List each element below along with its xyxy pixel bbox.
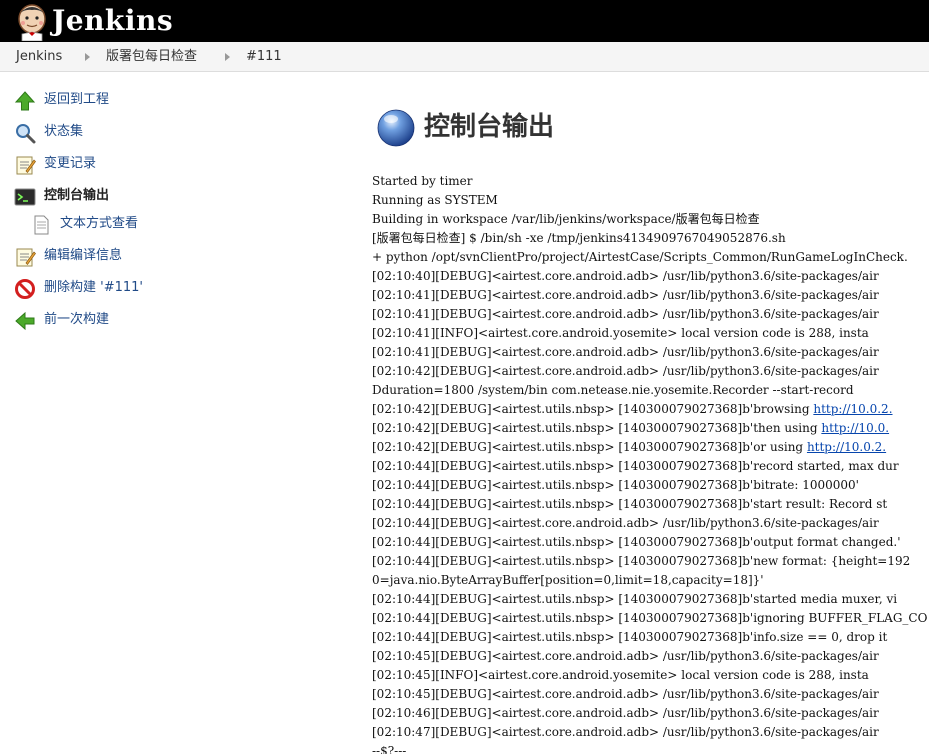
console-line: [02:10:42][DEBUG]<airtest.utils.nbsp> [1…	[372, 438, 929, 457]
console-line: [版署包每日检查] $ /bin/sh -xe /tmp/jenkins4134…	[372, 229, 929, 248]
console-line-text: 0=java.nio.ByteArrayBuffer[position=0,li…	[372, 573, 764, 587]
console-line-text: [02:10:42][DEBUG]<airtest.utils.nbsp> [1…	[372, 402, 814, 416]
top-header: Jenkins	[0, 0, 929, 42]
console-url-link[interactable]: http://10.0.2.	[813, 402, 892, 416]
console-line-text: [02:10:44][DEBUG]<airtest.utils.nbsp> [1…	[372, 592, 898, 606]
console-line: [02:10:45][INFO]<airtest.core.android.yo…	[372, 666, 929, 685]
page-title-text: 控制台输出	[424, 112, 555, 142]
console-line-text: [02:10:44][DEBUG]<airtest.utils.nbsp> [1…	[372, 497, 888, 511]
console-line-text: [02:10:44][DEBUG]<airtest.utils.nbsp> [1…	[372, 535, 901, 549]
console-line: [02:10:41][DEBUG]<airtest.core.android.a…	[372, 286, 929, 305]
console-line: [02:10:44][DEBUG]<airtest.utils.nbsp> [1…	[372, 628, 929, 647]
terminal-icon	[14, 186, 36, 208]
notepad-icon	[14, 154, 36, 176]
breadcrumb-project[interactable]: 版署包每日检查	[106, 49, 197, 65]
console-line-text: [02:10:44][DEBUG]<airtest.utils.nbsp> [1…	[372, 459, 899, 473]
console-line: --$?---	[372, 742, 929, 754]
console-line-text: [版署包每日检查] $ /bin/sh -xe /tmp/jenkins4134…	[372, 231, 786, 245]
console-line: [02:10:45][DEBUG]<airtest.core.android.a…	[372, 685, 929, 704]
console-line-text: Started by timer	[372, 174, 473, 188]
main-panel: 控制台输出 Started by timer Running as SYSTEM B…	[370, 72, 929, 754]
console-line-text: Dduration=1800 /system/bin com.netease.n…	[372, 383, 854, 397]
console-line: + python /opt/svnClientPro/project/Airte…	[372, 248, 929, 267]
console-url-link[interactable]: http://10.0.	[821, 421, 889, 435]
console-output: Started by timer Running as SYSTEM Buildin…	[372, 172, 929, 754]
console-line-text: [02:10:47][DEBUG]<airtest.core.android.a…	[372, 725, 879, 739]
console-line-text: [02:10:44][DEBUG]<airtest.utils.nbsp> [1…	[372, 554, 911, 568]
console-line: [02:10:41][DEBUG]<airtest.core.android.a…	[372, 305, 929, 324]
console-line: [02:10:40][DEBUG]<airtest.core.android.a…	[372, 267, 929, 286]
console-line: [02:10:42][DEBUG]<airtest.utils.nbsp> [1…	[372, 400, 929, 419]
console-line: [02:10:41][DEBUG]<airtest.core.android.a…	[372, 343, 929, 362]
task-label[interactable]: 删除构建 '#111'	[44, 280, 143, 296]
task-label[interactable]: 文本方式查看	[60, 216, 138, 232]
console-line-text: [02:10:41][DEBUG]<airtest.core.android.a…	[372, 288, 879, 302]
console-line-text: + python /opt/svnClientPro/project/Airte…	[372, 250, 908, 264]
breadcrumb-build[interactable]: #111	[246, 49, 282, 65]
console-line: 0=java.nio.ByteArrayBuffer[position=0,li…	[372, 571, 929, 590]
console-line-text: [02:10:42][DEBUG]<airtest.utils.nbsp> [1…	[372, 440, 807, 454]
console-line: [02:10:44][DEBUG]<airtest.utils.nbsp> [1…	[372, 552, 929, 571]
notepad-icon	[14, 246, 36, 268]
console-line-text: [02:10:44][DEBUG]<airtest.utils.nbsp> [1…	[372, 630, 888, 644]
task-label[interactable]: 状态集	[44, 124, 83, 140]
console-line: [02:10:42][DEBUG]<airtest.utils.nbsp> [1…	[372, 419, 929, 438]
console-line-text: [02:10:41][DEBUG]<airtest.core.android.a…	[372, 307, 879, 321]
console-line: [02:10:45][DEBUG]<airtest.core.android.a…	[372, 647, 929, 666]
console-line: Dduration=1800 /system/bin com.netease.n…	[372, 381, 929, 400]
blue-orb-icon	[376, 108, 416, 148]
console-line-text: [02:10:42][DEBUG]<airtest.utils.nbsp> [1…	[372, 421, 822, 435]
console-line: [02:10:44][DEBUG]<airtest.utils.nbsp> [1…	[372, 495, 929, 514]
task-label[interactable]: 变更记录	[44, 156, 96, 172]
task-label[interactable]: 编辑编译信息	[44, 248, 122, 264]
breadcrumb-separator-icon	[85, 53, 90, 61]
console-line: [02:10:47][DEBUG]<airtest.core.android.a…	[372, 723, 929, 742]
console-line: Building in workspace /var/lib/jenkins/w…	[372, 210, 929, 229]
magnifier-icon	[14, 122, 36, 144]
task-label[interactable]: 前一次构建	[44, 312, 109, 328]
console-line: Started by timer	[372, 172, 929, 191]
left-arrow-icon	[14, 310, 36, 332]
console-line-text: [02:10:44][DEBUG]<airtest.utils.nbsp> [1…	[372, 611, 928, 625]
console-line-text: [02:10:41][INFO]<airtest.core.android.yo…	[372, 326, 869, 340]
console-line: [02:10:42][DEBUG]<airtest.core.android.a…	[372, 362, 929, 381]
console-line-text: [02:10:45][DEBUG]<airtest.core.android.a…	[372, 687, 879, 701]
side-panel: 返回到工程 状态集 变更记录 控制台输出 文本方式查看 编辑编译信息 删除构建 …	[0, 72, 340, 754]
console-line: [02:10:41][INFO]<airtest.core.android.yo…	[372, 324, 929, 343]
console-line-text: Running as SYSTEM	[372, 193, 498, 207]
console-line: [02:10:44][DEBUG]<airtest.utils.nbsp> [1…	[372, 590, 929, 609]
console-line: [02:10:44][DEBUG]<airtest.utils.nbsp> [1…	[372, 609, 929, 628]
console-line-text: [02:10:42][DEBUG]<airtest.core.android.a…	[372, 364, 879, 378]
console-line-text: --$?---	[372, 744, 407, 754]
console-url-link[interactable]: http://10.0.2.	[807, 440, 886, 454]
console-line-text: [02:10:44][DEBUG]<airtest.core.android.a…	[372, 516, 879, 530]
console-line: [02:10:46][DEBUG]<airtest.core.android.a…	[372, 704, 929, 723]
console-line: [02:10:44][DEBUG]<airtest.utils.nbsp> [1…	[372, 476, 929, 495]
console-line-text: [02:10:44][DEBUG]<airtest.utils.nbsp> [1…	[372, 478, 859, 492]
task-label[interactable]: 返回到工程	[44, 92, 109, 108]
no-entry-icon	[14, 278, 36, 300]
task-label[interactable]: 控制台输出	[44, 188, 109, 204]
jenkins-butler-icon[interactable]	[14, 3, 50, 42]
console-line: [02:10:44][DEBUG]<airtest.utils.nbsp> [1…	[372, 533, 929, 552]
console-line-text: [02:10:40][DEBUG]<airtest.core.android.a…	[372, 269, 879, 283]
breadcrumb-jenkins[interactable]: Jenkins	[16, 49, 62, 65]
up-arrow-icon	[14, 90, 36, 112]
console-line: [02:10:44][DEBUG]<airtest.utils.nbsp> [1…	[372, 457, 929, 476]
breadcrumb-separator-icon	[225, 53, 230, 61]
console-line-text: Building in workspace /var/lib/jenkins/w…	[372, 212, 760, 226]
console-line-text: [02:10:46][DEBUG]<airtest.core.android.a…	[372, 706, 879, 720]
console-line-text: [02:10:45][INFO]<airtest.core.android.yo…	[372, 668, 869, 682]
console-line: Running as SYSTEM	[372, 191, 929, 210]
console-line-text: [02:10:41][DEBUG]<airtest.core.android.a…	[372, 345, 879, 359]
document-icon	[30, 214, 52, 236]
console-line-text: [02:10:45][DEBUG]<airtest.core.android.a…	[372, 649, 879, 663]
jenkins-brand-title[interactable]: Jenkins	[52, 2, 173, 40]
breadcrumb: Jenkins 版署包每日检查 #111	[0, 42, 929, 72]
console-line: [02:10:44][DEBUG]<airtest.core.android.a…	[372, 514, 929, 533]
